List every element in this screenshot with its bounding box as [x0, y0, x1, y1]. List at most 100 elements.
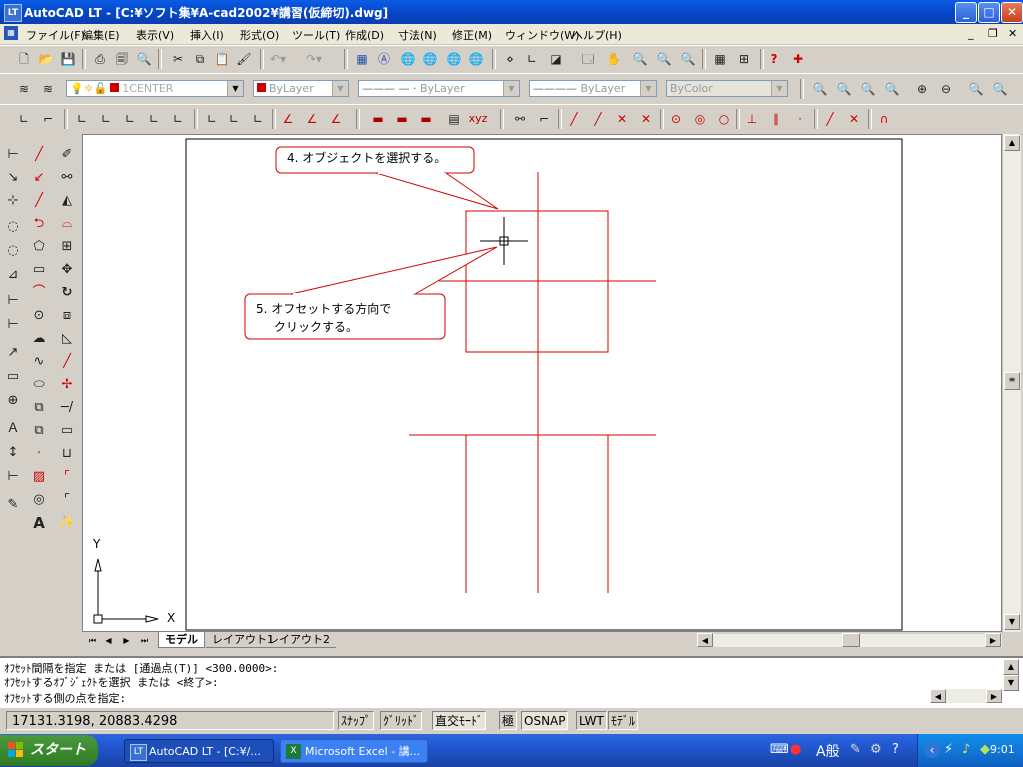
ucs-icon[interactable]: ∟: [96, 109, 116, 129]
osnap-icon[interactable]: ⚯: [510, 109, 530, 129]
dim-update-icon[interactable]: ⊢: [2, 466, 24, 488]
web-icon[interactable]: 🌐: [420, 49, 440, 69]
offset-icon[interactable]: ⌓: [56, 213, 78, 235]
zoom-plus-icon[interactable]: ⊕: [912, 79, 932, 99]
new-icon[interactable]: 🗋: [14, 49, 34, 69]
horizontal-scrollbar[interactable]: ◀ ▶: [697, 633, 1002, 647]
zoom-icon[interactable]: 🔍: [858, 79, 878, 99]
rectangle-icon[interactable]: ▭: [28, 259, 50, 281]
mdi-close-icon[interactable]: ✕: [1008, 27, 1017, 40]
menu-format[interactable]: 形式(O): [240, 27, 279, 43]
revision-cloud-icon[interactable]: ☁: [28, 328, 50, 350]
mirror-icon[interactable]: ◭: [56, 190, 78, 212]
construction-line-icon[interactable]: ↙: [28, 167, 50, 189]
text-icon[interactable]: ▤: [444, 109, 464, 129]
mtext-icon[interactable]: A: [28, 512, 50, 534]
lengthen-icon[interactable]: ╱: [56, 351, 78, 373]
menu-help[interactable]: ヘルプ(H): [572, 27, 622, 43]
zoom-all-icon[interactable]: 🔍: [966, 79, 986, 99]
redo-icon[interactable]: ↷▾: [304, 49, 324, 69]
ucs-x-rotate-icon[interactable]: ∠: [278, 109, 298, 129]
print-preview-icon[interactable]: 🗐: [112, 49, 132, 69]
explode-icon[interactable]: ✨: [56, 512, 78, 534]
model-toggle[interactable]: ﾓﾃﾞﾙ: [608, 711, 639, 730]
autocad-app-icon[interactable]: LT: [4, 4, 22, 22]
menu-dimension[interactable]: 寸法(N): [398, 27, 437, 43]
mdi-minimize-icon[interactable]: _: [968, 27, 974, 40]
command-window[interactable]: ｵﾌｾｯﾄ間隔を指定 または [通過点(T)] <300.0000>: ｵﾌｾｯ…: [0, 656, 1023, 708]
ime-icon[interactable]: ●: [790, 742, 801, 757]
ucs-icon[interactable]: ∟: [72, 109, 92, 129]
copy-object-icon[interactable]: ⚯: [56, 167, 78, 189]
center-mark-icon[interactable]: ⊕: [2, 390, 24, 412]
ime-help-icon[interactable]: ?: [892, 742, 899, 757]
ime-mode[interactable]: A般: [816, 741, 840, 761]
dim-style-icon[interactable]: ✎: [2, 494, 24, 516]
menu-modify[interactable]: 修正(M): [452, 27, 492, 43]
tab-first-icon[interactable]: ⏮: [86, 634, 99, 647]
dim-angular-icon[interactable]: ⊿: [2, 264, 24, 286]
break-icon[interactable]: ▭: [56, 420, 78, 442]
drawing-area[interactable]: 4. オブジェクトを選択する。 5. オフセットする方向で クリックする。 Y …: [82, 134, 1002, 632]
layer-previous-icon[interactable]: ≋: [38, 79, 58, 99]
network-icon[interactable]: ⚡: [944, 742, 953, 757]
dim-text-edit-icon[interactable]: ↕: [2, 442, 24, 464]
grid-icon[interactable]: ⊞: [734, 49, 754, 69]
assist-icon[interactable]: ✚: [788, 49, 808, 69]
xyz-icon[interactable]: xyz: [468, 109, 488, 129]
taskbar-item-excel[interactable]: X Microsoft Excel - 講...: [280, 739, 428, 763]
zoom-icon[interactable]: 🔍: [882, 79, 902, 99]
menu-file[interactable]: ファイル(F): [26, 27, 85, 43]
tab-model[interactable]: モデル: [158, 632, 205, 648]
menu-insert[interactable]: 挿入(I): [190, 27, 224, 43]
zoom-previous-icon[interactable]: 🔍: [678, 49, 698, 69]
scroll-right-icon[interactable]: ▶: [985, 633, 1001, 647]
vertical-scrollbar[interactable]: ▲ ≡ ▼: [1002, 134, 1021, 632]
cmd-scroll-left-icon[interactable]: ◀: [930, 689, 946, 703]
leader-icon[interactable]: ↗: [2, 342, 24, 364]
zoom-minus-icon[interactable]: ⊖: [936, 79, 956, 99]
ucs-icon[interactable]: ∟: [522, 49, 542, 69]
ucs-x-icon[interactable]: ∟: [202, 109, 222, 129]
line-icon[interactable]: ╱: [28, 144, 50, 166]
ucs-3-icon[interactable]: ∟: [248, 109, 268, 129]
tray-expand-icon[interactable]: ‹: [924, 742, 940, 758]
shade-icon[interactable]: ◪: [546, 49, 566, 69]
globe-icon[interactable]: 🌐: [398, 49, 418, 69]
hscroll-thumb[interactable]: [842, 633, 860, 647]
help-icon[interactable]: ?: [764, 49, 784, 69]
menu-tools[interactable]: ツール(T): [292, 27, 340, 43]
cmd-scroll-right-icon[interactable]: ▶: [986, 689, 1002, 703]
zoom-window-icon[interactable]: 🔍: [654, 49, 674, 69]
minimize-button[interactable]: _: [955, 2, 977, 23]
scroll-up-icon[interactable]: ▲: [1004, 135, 1020, 151]
match-properties-icon[interactable]: 🖌: [234, 49, 254, 69]
snap-icon[interactable]: ⋄: [500, 49, 520, 69]
osnap-icon[interactable]: ⌐: [534, 109, 554, 129]
find-icon[interactable]: 🔍: [134, 49, 154, 69]
snap-nearest-icon[interactable]: ╱: [820, 109, 840, 129]
dim-diameter-icon[interactable]: ◌: [2, 240, 24, 262]
make-block-icon[interactable]: ⧉: [28, 420, 50, 442]
scroll-down-icon[interactable]: ▼: [1004, 614, 1020, 630]
dim-aligned-icon[interactable]: ⌐: [38, 109, 58, 129]
dim-linear-icon[interactable]: ⊢: [2, 144, 24, 166]
trim-icon[interactable]: ✢: [56, 374, 78, 396]
break-at-point-icon[interactable]: ⊔: [56, 443, 78, 465]
dim-continue-icon[interactable]: ⊢: [2, 314, 24, 336]
grid-toggle[interactable]: ｸﾞﾘｯﾄﾞ: [380, 711, 423, 730]
ucs-icon[interactable]: ∟: [168, 109, 188, 129]
document-icon[interactable]: ▦: [4, 26, 18, 40]
osnap-settings-icon[interactable]: ∩: [874, 109, 894, 129]
open-icon[interactable]: 📂: [36, 49, 56, 69]
stretch-icon[interactable]: ◺: [56, 328, 78, 350]
tolerance-icon[interactable]: ▭: [2, 366, 24, 388]
multiline-icon[interactable]: ╱: [28, 190, 50, 212]
copy-icon[interactable]: ⧉: [190, 49, 210, 69]
ucs-icon[interactable]: ∟: [120, 109, 140, 129]
design-center-icon[interactable]: ▦: [352, 49, 372, 69]
scroll-thumb[interactable]: ≡: [1004, 372, 1020, 390]
scroll-left-icon[interactable]: ◀: [697, 633, 713, 647]
dim-edit-icon[interactable]: Ａ: [2, 418, 24, 440]
hatch-icon[interactable]: ▨: [28, 466, 50, 488]
